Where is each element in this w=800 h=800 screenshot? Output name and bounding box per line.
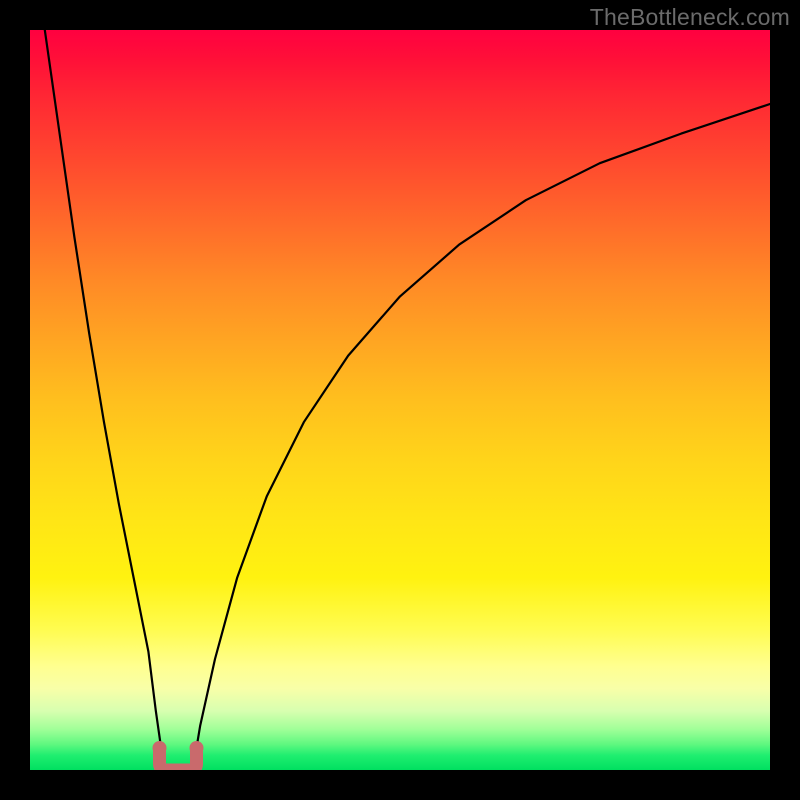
valley-marker-cap xyxy=(190,741,204,755)
valley-marker-cap xyxy=(153,741,167,755)
bottleneck-curve xyxy=(30,30,770,770)
watermark-text: TheBottleneck.com xyxy=(590,4,790,31)
plot-area xyxy=(30,30,770,770)
curve-layer xyxy=(30,30,770,770)
chart-frame: TheBottleneck.com xyxy=(0,0,800,800)
